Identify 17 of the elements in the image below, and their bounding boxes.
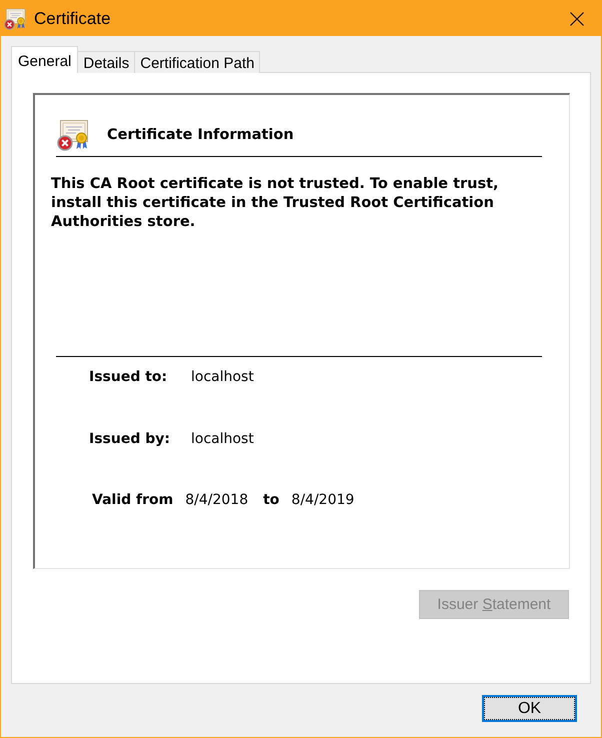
field-label: Issued by: <box>89 432 171 446</box>
date-separator: to <box>263 493 280 507</box>
tab[interactable]: Details <box>77 51 136 73</box>
close-icon <box>570 12 584 26</box>
date-value: 8/4/2018 <box>185 493 248 507</box>
close-button[interactable] <box>570 12 584 26</box>
field-value: localhost <box>191 370 254 384</box>
field-label: Issued to: <box>89 370 168 384</box>
date-value: 8/4/2019 <box>291 493 354 507</box>
section-heading: Certificate Information <box>107 128 294 142</box>
trust-warning-text: This CA Root certificate is not trusted. To enable trust, install this certificate in the Trusted Root Certification Authorities store. <box>51 175 500 232</box>
field-value: localhost <box>191 432 254 446</box>
tab[interactable]: Certification Path <box>134 51 260 73</box>
field-label: Valid from <box>92 493 174 507</box>
window-title: Certificate <box>34 10 111 27</box>
ok-button[interactable]: OK <box>482 695 577 722</box>
tab[interactable]: General <box>11 46 78 73</box>
